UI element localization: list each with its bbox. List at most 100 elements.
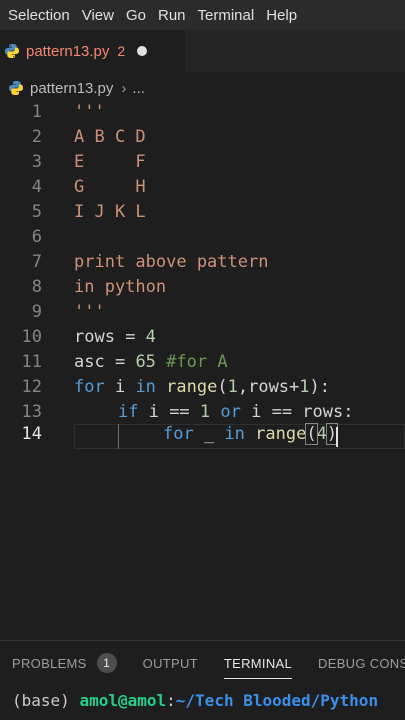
code-line: 5 I J K L (0, 202, 405, 227)
token: asc (74, 352, 105, 372)
tab-output-label: OUTPUT (142, 655, 198, 671)
tab-problems-label: PROBLEMS (12, 655, 87, 671)
code-line: 7 print above pattern (0, 252, 405, 277)
token: 65 (135, 352, 156, 372)
line-number: 2 (31, 127, 42, 147)
line-number: 10 (21, 327, 42, 347)
token: rows (74, 327, 115, 347)
editor-tab-pattern13[interactable]: pattern13.py 2 (0, 30, 185, 72)
token: 4 (316, 424, 327, 444)
code-line: 9 ''' (0, 302, 405, 327)
problems-count-badge: 1 (96, 653, 117, 673)
token: i (104, 377, 136, 397)
token: 1 (227, 377, 238, 397)
text-cursor (336, 427, 338, 447)
token: = (114, 327, 146, 347)
token: for (163, 424, 194, 444)
tab-terminal[interactable]: TERMINAL (223, 641, 293, 685)
token: in (135, 377, 156, 397)
line-text: ''' (74, 102, 105, 122)
menu-view[interactable]: View (82, 7, 114, 24)
tab-terminal-label: TERMINAL (223, 655, 293, 671)
token: 1 (199, 402, 211, 422)
line-number: 1 (31, 102, 42, 122)
line-number: 5 (31, 202, 42, 222)
token: = (104, 352, 136, 372)
python-file-icon (5, 44, 19, 58)
line-text: ''' (74, 302, 105, 322)
code-editor[interactable]: 1 ''' 2 A B C D 3 E F 4 G H 5 I J K L 6 … (0, 102, 405, 622)
panel-tab-bar: PROBLEMS 1 OUTPUT TERMINAL DEBUG CONSOLE (0, 640, 405, 685)
terminal-separator: : (166, 691, 176, 710)
tab-output[interactable]: OUTPUT (143, 641, 198, 685)
line-number: 9 (31, 302, 42, 322)
code-line: 6 (0, 227, 405, 252)
chevron-right-icon: › (121, 79, 127, 97)
code-line: 10 rows = 4 (0, 327, 405, 352)
token: ( (305, 423, 318, 445)
code-line: 14 for _ in range(4) (0, 423, 405, 449)
token: ,rows+ (237, 377, 300, 397)
token: range (166, 377, 218, 397)
token: for (74, 377, 105, 397)
unsaved-dot-icon[interactable] (137, 46, 148, 56)
menu-go[interactable]: Go (126, 7, 146, 24)
line-number: 11 (21, 352, 42, 372)
menu-bar: Selection View Go Run Terminal Help (0, 0, 405, 30)
terminal-env: (base) (12, 691, 70, 710)
token: ): (309, 377, 331, 397)
token: or (220, 402, 241, 422)
line-number: 6 (31, 227, 42, 247)
code-line: 4 G H (0, 177, 405, 202)
breadcrumb-file[interactable]: pattern13.py (30, 80, 113, 97)
token: 1 (299, 377, 310, 397)
token: #for A (155, 352, 228, 372)
code-line: 8 in python (0, 277, 405, 302)
line-text: A B C D (74, 127, 146, 147)
line-number: 7 (31, 252, 42, 272)
line-number: 14 (21, 424, 42, 444)
menu-help[interactable]: Help (266, 7, 297, 24)
line-number: 8 (31, 277, 42, 297)
line-number: 3 (31, 152, 42, 172)
code-line: 2 A B C D (0, 127, 405, 152)
breadcrumb: pattern13.py › ... (0, 76, 405, 100)
token: ( (217, 377, 228, 397)
tab-filename: pattern13.py (26, 42, 110, 60)
tab-problem-count: 2 (117, 43, 126, 59)
token: _ (193, 424, 225, 444)
token: i == (138, 402, 200, 422)
line-text: E F (74, 152, 146, 172)
indent-guide (118, 424, 119, 449)
code-line: 11 asc = 65 #for A (0, 352, 405, 377)
tab-problems[interactable]: PROBLEMS 1 (12, 641, 117, 685)
menu-terminal[interactable]: Terminal (198, 7, 255, 24)
tab-debug-console[interactable]: DEBUG CONSOLE (318, 641, 405, 685)
line-text: print above pattern (74, 252, 269, 272)
line-number: 12 (21, 377, 42, 397)
token: in (224, 424, 245, 444)
token: if (118, 402, 139, 422)
line-number: 4 (31, 177, 42, 197)
terminal-path: ~/Tech Blooded/Python (175, 691, 379, 710)
tab-debug-console-label: DEBUG CONSOLE (318, 655, 405, 671)
menu-run[interactable]: Run (158, 7, 186, 24)
token: 4 (145, 327, 156, 347)
line-text: I J K L (74, 202, 146, 222)
editor-tab-bar: pattern13.py 2 (0, 30, 405, 72)
line-text: G H (74, 177, 146, 197)
menu-selection[interactable]: Selection (8, 7, 70, 24)
token: i == rows: (240, 402, 354, 422)
terminal-view[interactable]: (base) amol@amol:~/Tech Blooded/Python (0, 686, 405, 720)
terminal-user: amol@amol (79, 691, 167, 710)
line-text: in python (74, 277, 167, 297)
code-line: 3 E F (0, 152, 405, 177)
line-number: 13 (21, 402, 42, 422)
breadcrumb-more[interactable]: ... (132, 80, 145, 97)
python-file-icon (9, 81, 23, 95)
token: range (255, 424, 307, 444)
code-line: 12 for i in range(1,rows+1): (0, 377, 405, 402)
